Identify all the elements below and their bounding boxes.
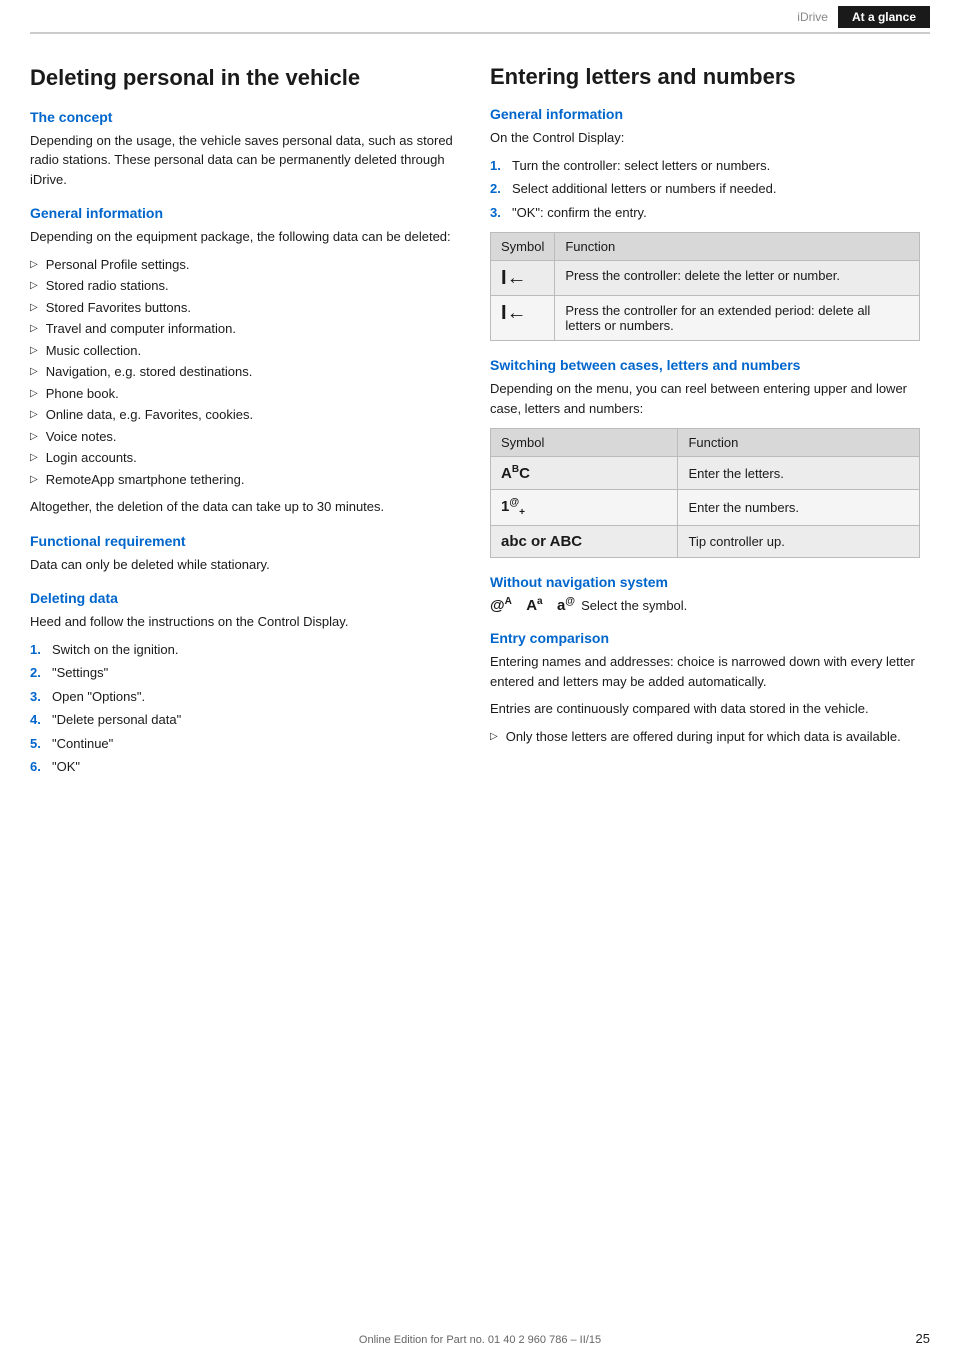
right-general-info-section: General information On the Control Displ…	[490, 106, 920, 341]
entry-comparison-heading: Entry comparison	[490, 630, 920, 646]
concept-heading: The concept	[30, 109, 460, 125]
list-item: Voice notes.	[30, 427, 460, 447]
delete-symbol-1: I←	[501, 267, 527, 289]
list-item: Online data, e.g. Favorites, cookies.	[30, 405, 460, 425]
list-item: Phone book.	[30, 384, 460, 404]
nav-sym-2: Aa	[518, 596, 543, 614]
deleting-data-body: Heed and follow the instructions on the …	[30, 612, 460, 632]
functional-requirement-heading: Functional requirement	[30, 533, 460, 549]
list-item: Navigation, e.g. stored destinations.	[30, 362, 460, 382]
deleting-data-steps: 1.Switch on the ignition. 2."Settings" 3…	[30, 640, 460, 777]
table-cell-function: Enter the letters.	[678, 457, 920, 490]
list-item: Travel and computer information.	[30, 319, 460, 339]
footer-page-number: 25	[916, 1331, 930, 1346]
list-item: Stored Favorites buttons.	[30, 298, 460, 318]
without-nav-heading: Without navigation system	[490, 574, 920, 590]
list-item: 4."Delete personal data"	[30, 710, 460, 730]
table-cell-symbol: abc or ABC	[491, 526, 678, 558]
table-cell-symbol: 1@+	[491, 490, 678, 526]
without-nav-section: Without navigation system @A Aa a@ Selec…	[490, 574, 920, 614]
switch-col-function: Function	[678, 429, 920, 457]
entry-comparison-body1: Entering names and addresses: choice is …	[490, 652, 920, 691]
list-item: Login accounts.	[30, 448, 460, 468]
concept-body: Depending on the usage, the vehicle save…	[30, 131, 460, 190]
switching-body: Depending on the menu, you can reel betw…	[490, 379, 920, 418]
right-general-info-steps: 1.Turn the controller: select letters or…	[490, 156, 920, 223]
entry-comparison-body2: Entries are continuously compared with d…	[490, 699, 920, 719]
symbol-function-table-1: Symbol Function I← Press the controller:…	[490, 232, 920, 341]
abc-symbol: ABC	[501, 465, 530, 482]
left-general-info-heading: General information	[30, 205, 460, 221]
table-row: ABC Enter the letters.	[491, 457, 920, 490]
deleting-data-heading: Deleting data	[30, 590, 460, 606]
right-column: Entering letters and numbers General inf…	[490, 64, 920, 785]
list-item: RemoteApp smartphone tethering.	[30, 470, 460, 490]
left-main-title: Deleting personal in the vehicle	[30, 64, 460, 93]
delete-symbol-2: I←	[501, 302, 527, 324]
list-item: Personal Profile settings.	[30, 255, 460, 275]
list-item: 1.Switch on the ignition.	[30, 640, 460, 660]
table-cell-symbol: ABC	[491, 457, 678, 490]
left-general-info-section: General information Depending on the equ…	[30, 205, 460, 517]
left-general-info-body: Depending on the equipment package, the …	[30, 227, 460, 247]
switch-col-symbol: Symbol	[491, 429, 678, 457]
header-tab-label: At a glance	[838, 6, 930, 28]
header-idrive-label: iDrive	[797, 10, 828, 24]
footer: Online Edition for Part no. 01 40 2 960 …	[0, 1334, 960, 1346]
list-item: Stored radio stations.	[30, 276, 460, 296]
list-item: 3."OK": confirm the entry.	[490, 203, 920, 223]
list-item: 1.Turn the controller: select letters or…	[490, 156, 920, 176]
table-col-function: Function	[555, 233, 920, 261]
deleting-data-section: Deleting data Heed and follow the instru…	[30, 590, 460, 777]
table-cell-function: Press the controller for an extended per…	[555, 296, 920, 341]
footer-text: Online Edition for Part no. 01 40 2 960 …	[359, 1334, 601, 1346]
table-row: I← Press the controller: delete the lett…	[491, 261, 920, 296]
switching-section: Switching between cases, letters and num…	[490, 357, 920, 558]
nav-sym-3: a@	[549, 596, 575, 614]
functional-requirement-body: Data can only be deleted while stationar…	[30, 555, 460, 575]
table-cell-symbol: I←	[491, 296, 555, 341]
functional-requirement-section: Functional requirement Data can only be …	[30, 533, 460, 575]
nav-sym-1: @A	[490, 596, 512, 614]
table-col-symbol: Symbol	[491, 233, 555, 261]
table-cell-symbol: I←	[491, 261, 555, 296]
nav-symbols-row: @A Aa a@ Select the symbol.	[490, 596, 920, 614]
list-item: 6."OK"	[30, 757, 460, 777]
page-header: iDrive At a glance	[30, 0, 930, 34]
table-cell-function: Press the controller: delete the letter …	[555, 261, 920, 296]
left-general-info-bullets: Personal Profile settings. Stored radio …	[30, 255, 460, 490]
abc-or-ABC-symbol: abc or ABC	[501, 533, 582, 550]
main-content: Deleting personal in the vehicle The con…	[0, 34, 960, 845]
table-cell-function: Enter the numbers.	[678, 490, 920, 526]
switching-heading: Switching between cases, letters and num…	[490, 357, 920, 373]
right-main-title: Entering letters and numbers	[490, 64, 920, 90]
right-general-info-body: On the Control Display:	[490, 128, 920, 148]
left-general-info-footer: Altogether, the deletion of the data can…	[30, 497, 460, 517]
table-row: abc or ABC Tip controller up.	[491, 526, 920, 558]
right-general-info-heading: General information	[490, 106, 920, 122]
list-item: Only those letters are offered during in…	[490, 727, 920, 747]
nav-sym-label: Select the symbol.	[581, 598, 687, 613]
entry-comparison-bullets: Only those letters are offered during in…	[490, 727, 920, 747]
table-row: I← Press the controller for an extended …	[491, 296, 920, 341]
list-item: Music collection.	[30, 341, 460, 361]
num-symbol: 1@+	[501, 498, 525, 515]
concept-section: The concept Depending on the usage, the …	[30, 109, 460, 190]
list-item: 2.Select additional letters or numbers i…	[490, 179, 920, 199]
entry-comparison-section: Entry comparison Entering names and addr…	[490, 630, 920, 746]
table-cell-function: Tip controller up.	[678, 526, 920, 558]
table-row: 1@+ Enter the numbers.	[491, 490, 920, 526]
list-item: 2."Settings"	[30, 663, 460, 683]
left-column: Deleting personal in the vehicle The con…	[30, 64, 460, 785]
list-item: 3.Open "Options".	[30, 687, 460, 707]
list-item: 5."Continue"	[30, 734, 460, 754]
switch-symbol-table: Symbol Function ABC Enter the letters. 1…	[490, 428, 920, 558]
